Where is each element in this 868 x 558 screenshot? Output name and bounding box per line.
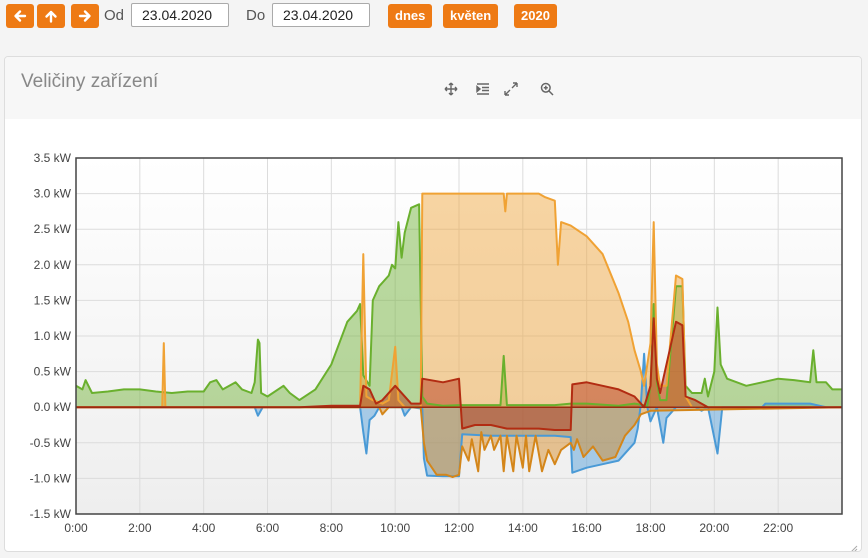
x-tick-label: 8:00 xyxy=(320,521,344,535)
arrow-right-icon[interactable] xyxy=(71,4,99,28)
from-date-input[interactable] xyxy=(131,3,229,27)
toolbar: Od Do dnes květen 2020 xyxy=(0,0,868,34)
x-tick-label: 22:00 xyxy=(763,521,793,535)
y-tick-label: 2.0 kW xyxy=(34,258,72,272)
x-tick-label: 12:00 xyxy=(444,521,474,535)
from-label: Od xyxy=(104,7,125,24)
y-tick-label: -1.5 kW xyxy=(30,507,72,521)
x-tick-label: 0:00 xyxy=(64,521,88,535)
y-tick-label: 1.0 kW xyxy=(34,329,72,343)
y-tick-label: 3.5 kW xyxy=(34,151,72,165)
y-tick-label: -1.0 kW xyxy=(30,471,72,485)
x-tick-label: 2:00 xyxy=(128,521,152,535)
y-tick-label: 1.5 kW xyxy=(34,293,72,307)
x-tick-label: 20:00 xyxy=(699,521,729,535)
x-tick-label: 4:00 xyxy=(192,521,216,535)
to-label: Do xyxy=(246,7,266,24)
power-chart: -1.5 kW -1.0 kW -0.5 kW 0.0 kW 0.5 kW 1.0 kW 1… xyxy=(30,151,843,535)
year-button[interactable]: 2020 xyxy=(514,4,557,28)
x-tick-label: 16:00 xyxy=(572,521,602,535)
x-tick-label: 18:00 xyxy=(635,521,665,535)
y-tick-label: 0.0 kW xyxy=(34,400,72,414)
month-button[interactable]: květen xyxy=(443,4,499,28)
resize-handle[interactable] xyxy=(850,540,858,551)
x-tick-label: 6:00 xyxy=(256,521,280,535)
x-tick-label: 10:00 xyxy=(380,521,410,535)
y-tick-label: 3.0 kW xyxy=(34,187,72,201)
y-tick-label: -0.5 kW xyxy=(30,436,72,450)
y-tick-label: 0.5 kW xyxy=(34,365,72,379)
arrow-left-icon[interactable] xyxy=(6,4,34,28)
to-date-input[interactable] xyxy=(272,3,370,27)
x-tick-label: 14:00 xyxy=(508,521,538,535)
device-quantities-panel: Veličiny zařízení -1.5 kW -1.0 kW -0.5 kW 0… xyxy=(4,56,862,552)
y-tick-label: 2.5 kW xyxy=(34,222,72,236)
today-button[interactable]: dnes xyxy=(388,4,433,28)
arrow-up-icon[interactable] xyxy=(37,4,65,28)
